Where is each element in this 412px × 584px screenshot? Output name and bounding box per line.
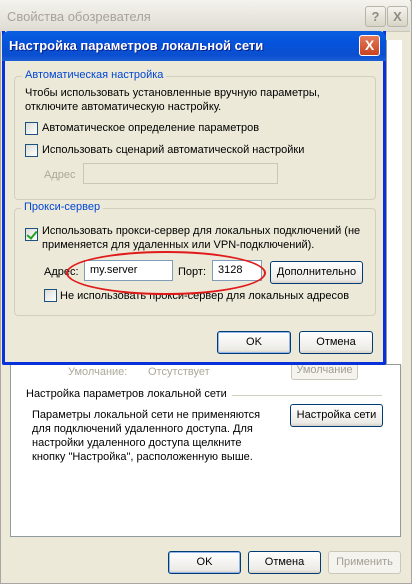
proxy-address-input[interactable]: my.server — [84, 260, 173, 281]
dialog-ok-button[interactable]: OK — [217, 331, 291, 354]
outer-cancel-button[interactable]: Отмена — [248, 551, 321, 574]
auto-detect-label[interactable]: Автоматическое определение параметров — [42, 122, 259, 134]
use-proxy-label[interactable]: Использовать прокси-сервер для локальных… — [42, 224, 367, 252]
use-proxy-checkbox[interactable] — [25, 228, 38, 241]
outer-ok-button[interactable]: OK — [168, 551, 241, 574]
auto-config-legend: Автоматическая настройка — [22, 69, 167, 81]
tab-page-edge — [386, 40, 402, 365]
use-script-checkbox[interactable] — [25, 144, 38, 157]
use-script-label[interactable]: Использовать сценарий автоматической нас… — [42, 144, 304, 156]
outer-close-icon[interactable]: X — [387, 6, 408, 27]
auto-detect-checkbox[interactable] — [25, 122, 38, 135]
default-connection-label: Умолчание: — [68, 366, 128, 378]
dialog-cancel-button[interactable]: Отмена — [299, 331, 373, 354]
help-icon[interactable]: ? — [365, 6, 386, 27]
script-address-label: Адрес — [44, 169, 76, 181]
script-address-input[interactable] — [83, 163, 278, 184]
outer-window-title: Свойства обозревателя — [7, 9, 151, 24]
dialog-close-icon[interactable]: X — [359, 35, 380, 56]
bypass-local-label[interactable]: Не использовать прокси-сервер для локаль… — [60, 290, 349, 302]
proxy-port-label: Порт: — [178, 266, 206, 278]
lan-section-title: Настройка параметров локальной сети — [26, 388, 227, 400]
bypass-local-checkbox[interactable] — [44, 289, 57, 302]
default-connection-value: Отсутствует — [148, 366, 210, 378]
proxy-legend: Прокси-сервер — [21, 201, 104, 213]
lan-section-divider — [232, 395, 382, 396]
outer-apply-button[interactable]: Применить — [328, 551, 401, 574]
auto-config-description: Чтобы использовать установленные вручную… — [25, 87, 320, 113]
proxy-port-input[interactable]: 3128 — [212, 260, 262, 281]
lan-settings-button[interactable]: Настройка сети — [290, 404, 383, 427]
advanced-button[interactable]: Дополнительно — [270, 261, 363, 284]
proxy-address-label: Адрес: — [44, 266, 79, 278]
lan-section-text: Параметры локальной сети не применяются … — [32, 409, 261, 463]
dialog-title: Настройка параметров локальной сети — [9, 38, 264, 53]
